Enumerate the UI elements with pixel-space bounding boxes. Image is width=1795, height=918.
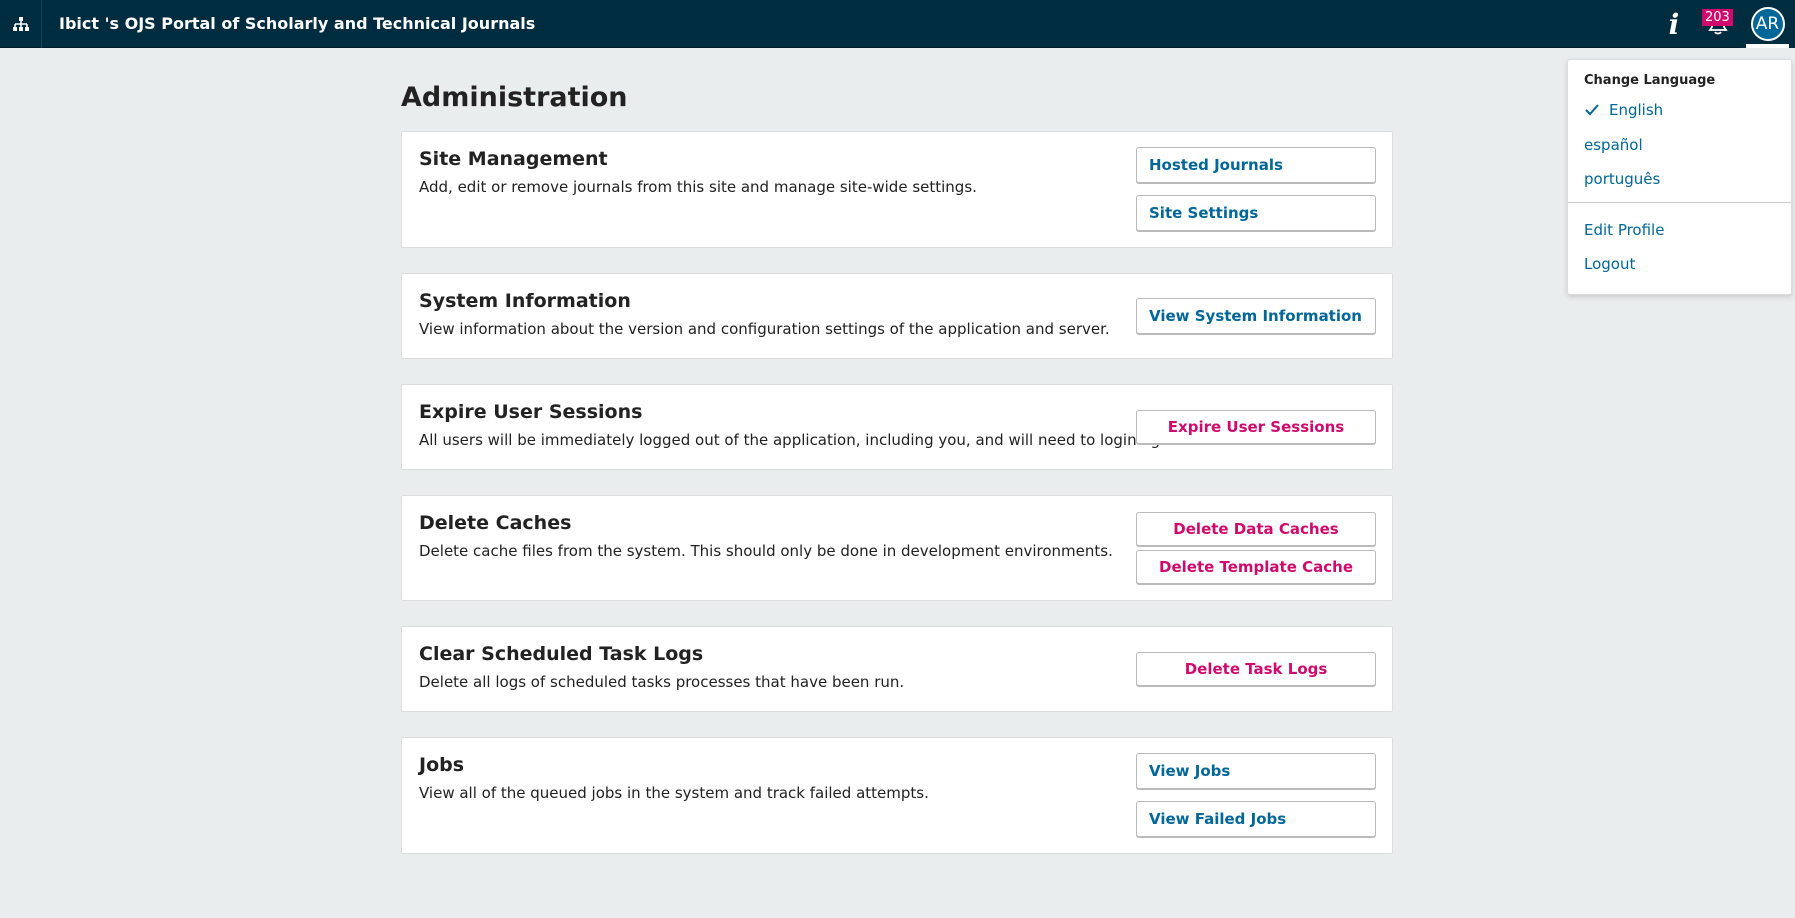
main-content: Administration Site Management Add, edit… <box>401 48 1393 879</box>
expire-user-sessions-button[interactable]: Expire User Sessions <box>1136 410 1376 444</box>
view-system-information-button[interactable]: View System Information <box>1136 298 1376 334</box>
site-title[interactable]: Ibict 's OJS Portal of Scholarly and Tec… <box>59 14 535 33</box>
user-dropdown-menu: Change Language English español portuguê… <box>1567 59 1792 295</box>
expire-user-sessions-panel: Expire User Sessions All users will be i… <box>401 384 1393 470</box>
sitemap-icon[interactable] <box>0 0 42 48</box>
clear-task-logs-panel: Clear Scheduled Task Logs Delete all log… <box>401 626 1393 712</box>
delete-template-cache-button[interactable]: Delete Template Cache <box>1136 550 1376 584</box>
language-option-english[interactable]: English <box>1584 101 1663 119</box>
delete-caches-panel: Delete Caches Delete cache files from th… <box>401 495 1393 601</box>
page-title: Administration <box>401 82 628 113</box>
logout-link[interactable]: Logout <box>1584 255 1635 273</box>
view-jobs-button[interactable]: View Jobs <box>1136 753 1376 789</box>
user-menu-button[interactable]: AR <box>1740 0 1795 48</box>
delete-data-caches-button[interactable]: Delete Data Caches <box>1136 512 1376 546</box>
avatar: AR <box>1750 7 1785 41</box>
view-failed-jobs-button[interactable]: View Failed Jobs <box>1136 801 1376 837</box>
notification-count-badge: 203 <box>1702 9 1733 26</box>
system-information-panel: System Information View information abou… <box>401 273 1393 359</box>
menu-divider <box>1568 202 1791 203</box>
notifications-button[interactable]: 203 <box>1696 0 1740 48</box>
check-icon <box>1585 104 1599 116</box>
hosted-journals-button[interactable]: Hosted Journals <box>1136 147 1376 183</box>
language-option-portugues[interactable]: português <box>1584 170 1660 188</box>
edit-profile-link[interactable]: Edit Profile <box>1584 221 1664 239</box>
site-settings-button[interactable]: Site Settings <box>1136 195 1376 231</box>
jobs-panel: Jobs View all of the queued jobs in the … <box>401 737 1393 854</box>
delete-task-logs-button[interactable]: Delete Task Logs <box>1136 652 1376 686</box>
site-management-panel: Site Management Add, edit or remove jour… <box>401 131 1393 248</box>
language-label: English <box>1609 101 1664 119</box>
top-bar: Ibict 's OJS Portal of Scholarly and Tec… <box>0 0 1795 48</box>
change-language-label: Change Language <box>1584 73 1716 88</box>
info-icon[interactable]: i <box>1652 0 1696 48</box>
language-option-espanol[interactable]: español <box>1584 136 1643 154</box>
